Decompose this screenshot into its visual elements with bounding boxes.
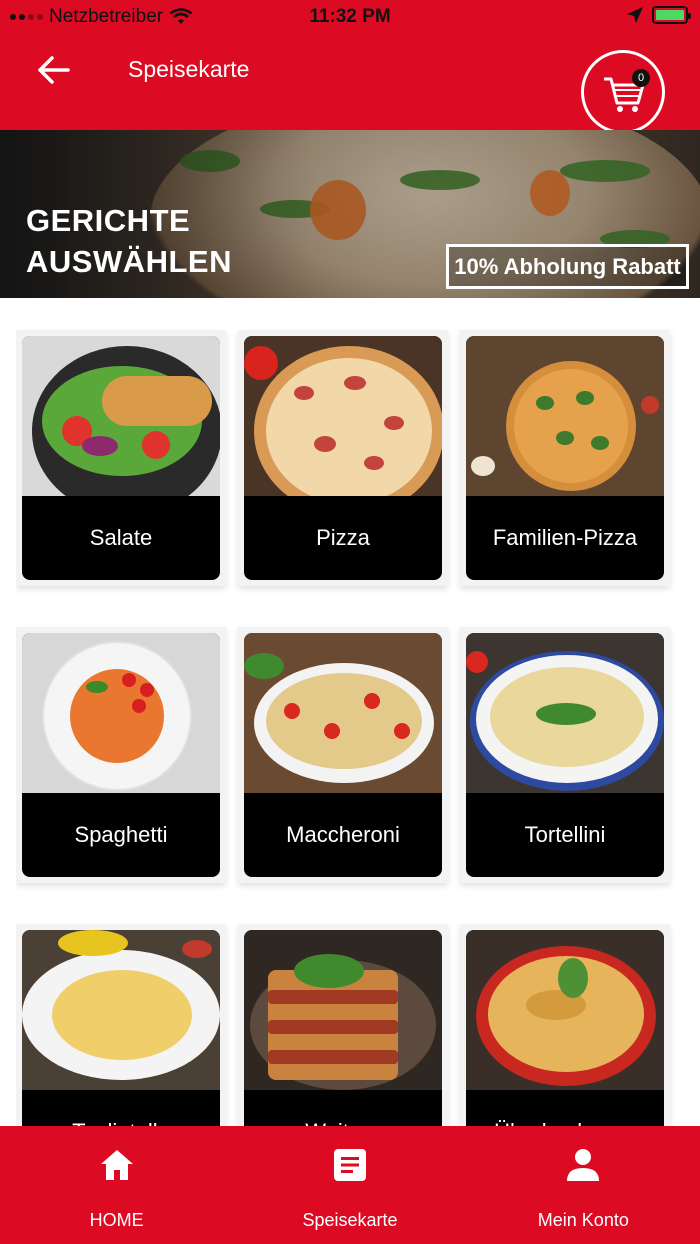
category-card-wrapper: Tortellini (460, 627, 670, 883)
menu-document-icon (331, 1146, 369, 1184)
location-arrow-icon (627, 7, 643, 23)
banner-title-line1: GERICHTE (26, 203, 191, 238)
hero-banner: GERICHTE AUSWÄHLEN 10% Abholung Rabatt (0, 130, 700, 298)
category-card-salate[interactable]: Salate (22, 336, 220, 580)
maccheroni-image (244, 633, 442, 793)
family-pizza-image (466, 336, 664, 496)
spaghetti-image (22, 633, 220, 793)
pizza-image (244, 336, 442, 496)
category-card-weitere[interactable]: Weitere (244, 930, 442, 1126)
tab-mein-konto[interactable]: Mein Konto (467, 1126, 700, 1244)
category-card-ueberbackenes[interactable]: Überbackenes (466, 930, 664, 1126)
status-right (626, 6, 691, 24)
status-time: 11:32 PM (309, 6, 391, 27)
back-button[interactable] (32, 50, 76, 90)
app-header: Netzbetreiber 11:32 PM Speisekarte 0 (0, 0, 700, 134)
page-title: Speisekarte (128, 56, 250, 82)
category-card-familien-pizza[interactable]: Familien-Pizza (466, 336, 664, 580)
salad-image (22, 336, 220, 496)
discount-badge: 10% Abholung Rabatt (446, 244, 689, 289)
category-card-spaghetti[interactable]: Spaghetti (22, 633, 220, 877)
banner-title: GERICHTE AUSWÄHLEN (26, 200, 232, 282)
category-label: Tortellini (524, 822, 606, 847)
tab-mein-konto-label: Mein Konto (537, 1210, 629, 1230)
category-label: Überbackenes (466, 1090, 664, 1126)
tab-home[interactable]: HOME (0, 1126, 233, 1244)
tortellini-image (466, 633, 664, 793)
category-label: Maccheroni (286, 822, 400, 847)
category-card-maccheroni[interactable]: Maccheroni (244, 633, 442, 877)
home-icon (98, 1146, 136, 1184)
category-card-wrapper: Tagliatelle (16, 924, 226, 1126)
gratin-image (466, 930, 664, 1090)
category-card-wrapper: Familien-Pizza (460, 330, 670, 586)
category-grid: Salate Pizza Familien-Pizza Spaghetti Ma… (16, 314, 684, 1126)
category-card-wrapper: Pizza (238, 330, 448, 586)
category-card-wrapper: Salate (16, 330, 226, 586)
arrow-left-icon (38, 56, 70, 84)
tab-speisekarte[interactable]: Speisekarte (233, 1126, 466, 1244)
category-card-tagliatelle[interactable]: Tagliatelle (22, 930, 220, 1126)
category-card-wrapper: Weitere (238, 924, 448, 1126)
category-label: Familien-Pizza (492, 525, 638, 550)
tab-home-label: HOME (89, 1210, 144, 1230)
tagliatelle-image (22, 930, 220, 1090)
shopping-cart-icon (604, 77, 645, 112)
category-card-tortellini[interactable]: Tortellini (466, 633, 664, 877)
category-label: Tagliatelle (22, 1090, 220, 1126)
cart-button[interactable]: 0 (581, 50, 665, 134)
category-card-wrapper: Spaghetti (16, 627, 226, 883)
category-card-wrapper: Maccheroni (238, 627, 448, 883)
category-label: Weitere (244, 1090, 442, 1126)
cart-count-badge: 0 (632, 69, 650, 87)
category-label: Salate (89, 525, 153, 550)
banner-title-line2: AUSWÄHLEN (26, 244, 232, 279)
lasagna-image (244, 930, 442, 1090)
bottom-tab-bar: HOME Speisekarte Mein Konto (0, 1126, 700, 1244)
tab-speisekarte-label: Speisekarte (302, 1210, 398, 1230)
category-card-pizza[interactable]: Pizza (244, 336, 442, 580)
user-icon (564, 1146, 602, 1184)
category-card-wrapper: Überbackenes (460, 924, 670, 1126)
category-label: Spaghetti (74, 822, 168, 847)
status-bar: Netzbetreiber 11:32 PM (0, 0, 700, 36)
category-label: Pizza (316, 525, 370, 550)
battery-icon (652, 6, 691, 24)
